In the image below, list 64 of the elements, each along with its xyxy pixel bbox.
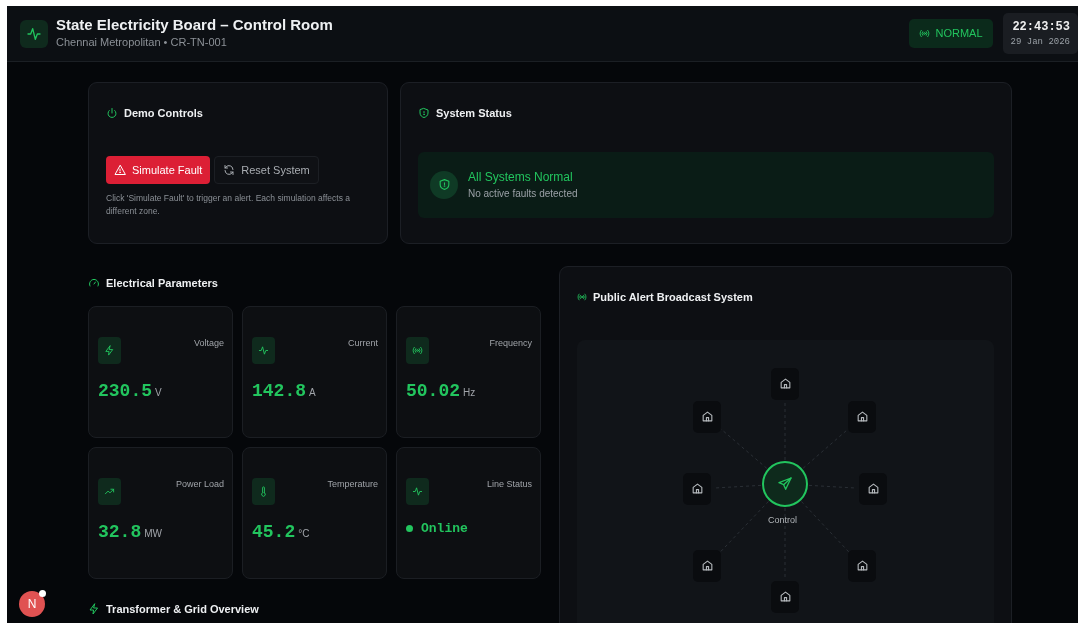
clock-date: 29 Jan 2026 [1010, 35, 1070, 49]
power-icon [106, 107, 118, 120]
metric-value: 142.8 [252, 380, 306, 401]
simulate-button[interactable]: Simulate Fault [106, 155, 211, 184]
avatar[interactable]: N [19, 591, 45, 617]
app-title: State Electricity Board – Control Room [56, 16, 333, 35]
send-icon [777, 475, 793, 492]
panel-title: System Status [436, 106, 512, 121]
bolt-icon [98, 336, 121, 364]
house-icon [855, 559, 869, 572]
status-text: No active faults detected [468, 187, 578, 201]
metric-value: 50.02 [406, 380, 460, 401]
metric-unit: A [309, 386, 316, 398]
metric-label: Power Load [175, 477, 224, 491]
notification-dot [39, 590, 46, 597]
thermometer-icon [252, 477, 275, 505]
metric-label: Current [348, 336, 378, 350]
panel-title: Demo Controls [124, 106, 203, 121]
hint-text: Click 'Simulate Fault' to trigger an alert. Each simulation affects a different zone. [106, 192, 352, 218]
signal-icon [406, 336, 429, 364]
metric-label: Temperature [327, 477, 378, 491]
section-title: Transformer & Grid Overview [106, 601, 259, 617]
house-icon [778, 377, 792, 390]
signal-icon [918, 28, 930, 39]
metric-label: Line Status [486, 477, 532, 491]
panel-title: Public Alert Broadcast System [593, 290, 753, 305]
connector-line [713, 484, 762, 489]
house-icon [690, 482, 704, 495]
metric-label: Voltage [193, 336, 224, 350]
house-icon [855, 410, 869, 423]
metric-value: Online [421, 519, 468, 538]
trend-icon [98, 477, 121, 505]
clock-time: 22:43:53 [1011, 18, 1070, 36]
house-icon [778, 590, 792, 603]
connector-line [800, 500, 851, 554]
status-badge: NORMAL [908, 19, 993, 48]
bolt-icon [88, 602, 100, 615]
metric-value: 230.5 [98, 380, 152, 401]
metric-unit: V [155, 386, 162, 398]
metric-unit: Hz [463, 386, 476, 398]
shield-icon [418, 107, 430, 120]
refresh-icon [223, 163, 236, 176]
pulse-icon [406, 477, 429, 505]
metric-label: Frequency [489, 336, 532, 350]
section-title: Electrical Parameters [106, 276, 218, 291]
warning-icon [114, 163, 126, 176]
house-icon [700, 559, 714, 572]
location-subtitle: Chennai Metropolitan • CR-TN-001 [56, 35, 228, 51]
connector-line [718, 500, 769, 554]
house-icon [866, 482, 880, 495]
metric-value: 45.2 [252, 521, 296, 542]
status-dot [406, 524, 413, 532]
pulse-icon [252, 336, 275, 364]
house-icon [700, 410, 714, 423]
metric-value: 32.8 [98, 521, 142, 542]
status-title: All Systems Normal [468, 169, 574, 186]
connector-line [808, 484, 857, 489]
metric-unit: °C [298, 527, 310, 539]
signal-icon [577, 292, 587, 303]
shield-icon [430, 170, 458, 199]
metric-unit: MW [144, 527, 162, 539]
reset-button[interactable]: Reset System [214, 155, 319, 184]
pulse-icon [26, 25, 42, 42]
node-label: Control [768, 513, 797, 527]
